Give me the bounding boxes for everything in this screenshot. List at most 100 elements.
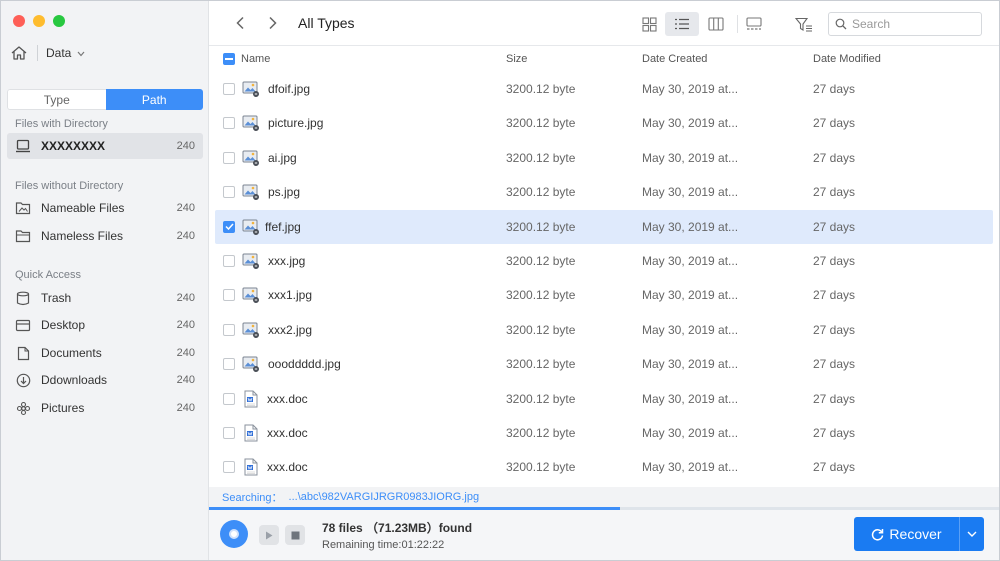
play-button[interactable]: [259, 525, 279, 545]
row-checkbox[interactable]: [223, 186, 235, 199]
sidebar-item-label: Trash: [41, 291, 72, 305]
row-checkbox[interactable]: [223, 427, 235, 439]
file-size: 3200.12 byte: [506, 116, 576, 131]
file-name: xxx.doc: [267, 460, 308, 475]
sidebar-item-label: Nameable Files: [41, 201, 125, 215]
row-checkbox[interactable]: [223, 255, 235, 267]
column-header-date-created[interactable]: Date Created: [642, 53, 707, 65]
filter-button[interactable]: [787, 12, 821, 36]
file-date-modified: 27 days: [813, 391, 856, 406]
sidebar-item-nameless-files[interactable]: Nameless Files 240: [7, 223, 203, 249]
table-row[interactable]: xxx2.jpg 3200.12 byte May 30, 2019 at... 27…: [215, 313, 993, 347]
table-row[interactable]: oooddddd.jpg 3200.12 byte May 30, 2019 at.…: [215, 347, 993, 381]
searching-status: Searching： ...\abc\982VARGIJRGR0983JIORG…: [209, 487, 999, 507]
grid-view-button[interactable]: [632, 12, 666, 36]
column-header-name[interactable]: Name: [241, 53, 270, 65]
sidebar-item-label: XXXXXXXX: [41, 139, 106, 153]
file-size: 3200.12 byte: [506, 391, 576, 406]
file-date-created: May 30, 2019 at...: [642, 82, 739, 96]
table-row[interactable]: ps.jpg 3200.12 byte May 30, 2019 at... 27 d…: [215, 175, 993, 209]
section-title-with-directory: Files with Directory: [15, 118, 108, 130]
list-icon: [675, 18, 689, 30]
sidebar-item-label: Documents: [41, 346, 102, 360]
search-box[interactable]: [828, 12, 982, 36]
search-input[interactable]: [852, 17, 972, 31]
sidebar-item-pictures[interactable]: Pictures 240: [7, 395, 203, 421]
stop-button[interactable]: [285, 525, 305, 545]
sidebar-item-count: 240: [176, 347, 195, 359]
row-checkbox[interactable]: [223, 83, 235, 95]
toolbar: All Types: [209, 1, 999, 46]
row-checkbox[interactable]: [223, 151, 235, 164]
file-name: xxx1.jpg: [268, 288, 313, 303]
file-size: 3200.12 byte: [506, 288, 576, 303]
file-size: 3200.12 byte: [506, 322, 576, 337]
file-date-created: May 30, 2019 at...: [642, 254, 739, 268]
row-checkbox[interactable]: [223, 220, 235, 233]
column-header-date-modified[interactable]: Date Modified: [813, 53, 881, 65]
forward-button[interactable]: [264, 14, 282, 32]
file-name: dfoif.jpg: [268, 82, 311, 96]
file-date-modified: 27 days: [813, 219, 856, 234]
file-date-created: May 30, 2019 at...: [642, 185, 739, 200]
table-row[interactable]: picture.jpg 3200.12 byte May 30, 2019 at..…: [215, 106, 993, 140]
sidebar-item-nameable-files[interactable]: Nameable Files 240: [7, 195, 203, 221]
table-row[interactable]: ai.jpg 3200.12 byte May 30, 2019 at... 27 d…: [215, 141, 993, 175]
sidebar-item-trash[interactable]: Trash 240: [7, 285, 203, 311]
file-name: ai.jpg: [268, 150, 297, 165]
location-selector[interactable]: Data: [9, 41, 85, 65]
sidebar-item-label: Ddownloads: [41, 373, 108, 387]
tab-type[interactable]: Type: [7, 89, 106, 110]
searching-label: Searching：: [222, 492, 283, 504]
home-icon[interactable]: [9, 43, 29, 63]
tab-path[interactable]: Path: [105, 89, 203, 110]
searching-path: ...\abc\982VARGIJRGR0983JIORG.jpg: [288, 491, 480, 503]
row-checkbox[interactable]: [223, 392, 235, 405]
recover-options-button[interactable]: [960, 517, 984, 551]
play-icon: [266, 531, 273, 539]
file-name: xxx2.jpg: [268, 322, 313, 337]
table-row[interactable]: ffef.jpg 3200.12 byte May 30, 2019 at... 27…: [215, 209, 993, 244]
table-row[interactable]: xxx.doc 3200.12 byte May 30, 2019 at... 27 …: [215, 450, 993, 484]
word-document-icon: [242, 424, 260, 442]
file-name: xxx.doc: [267, 426, 308, 440]
sidebar-item-downloads[interactable]: Ddownloads 240: [7, 367, 203, 393]
minimize-window-button[interactable]: [33, 15, 45, 27]
documents-icon: [15, 345, 31, 361]
list-view-button[interactable]: [665, 12, 699, 36]
file-size: 3200.12 byte: [506, 185, 576, 200]
sidebar-item-documents[interactable]: Documents 240: [7, 340, 203, 366]
file-size: 3200.12 byte: [506, 357, 576, 372]
row-checkbox[interactable]: [223, 461, 235, 474]
table-row[interactable]: dfoif.jpg 3200.12 byte May 30, 2019 at... 2…: [215, 72, 993, 106]
file-date-created: May 30, 2019 at...: [642, 391, 739, 406]
app-window: Data Type Path Files with Directory XXXX…: [0, 0, 1000, 561]
column-header-size[interactable]: Size: [506, 53, 527, 65]
search-icon: [835, 18, 847, 30]
sidebar-item-count: 240: [176, 202, 195, 214]
column-view-button[interactable]: [699, 12, 733, 36]
image-file-icon: [242, 252, 260, 270]
recover-button[interactable]: Recover: [854, 517, 960, 551]
select-all-checkbox[interactable]: [223, 53, 235, 65]
row-checkbox[interactable]: [223, 289, 235, 302]
table-header: Name Size Date Created Date Modified: [209, 46, 999, 72]
table-row[interactable]: xxx1.jpg 3200.12 byte May 30, 2019 at... 27…: [215, 278, 993, 312]
maximize-window-button[interactable]: [53, 15, 65, 27]
sidebar-item-desktop[interactable]: Desktop 240: [7, 312, 203, 338]
refresh-icon: [872, 528, 884, 541]
close-window-button[interactable]: [13, 15, 25, 27]
row-checkbox[interactable]: [223, 323, 235, 336]
file-size: 3200.12 byte: [506, 150, 576, 165]
filter-icon: [795, 17, 812, 31]
file-date-created: May 30, 2019 at...: [642, 357, 739, 372]
row-checkbox[interactable]: [223, 117, 235, 130]
table-row[interactable]: xxx.doc 3200.12 byte May 30, 2019 at... 27 …: [215, 382, 993, 416]
sidebar-item-directory[interactable]: XXXXXXXX 240: [7, 133, 203, 159]
table-row[interactable]: xxx.doc 3200.12 byte May 30, 2019 at... 27 …: [215, 416, 993, 450]
preview-view-button[interactable]: [737, 12, 771, 36]
divider: [37, 45, 38, 61]
back-button[interactable]: [231, 14, 249, 32]
table-row[interactable]: xxx.jpg 3200.12 byte May 30, 2019 at... 27 …: [215, 244, 993, 278]
row-checkbox[interactable]: [223, 358, 235, 371]
